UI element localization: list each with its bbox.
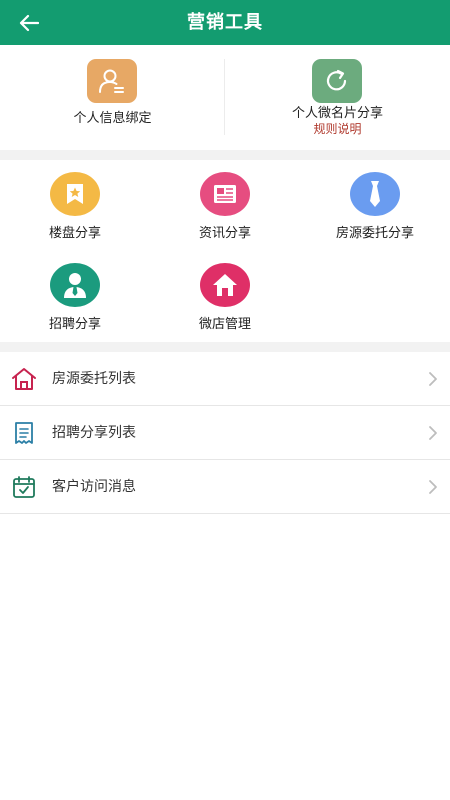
- customer-visit-message-label: 客户访问消息: [52, 479, 136, 495]
- star-bookmark-icon: [50, 172, 100, 216]
- micro-shop-management-label: 微店管理: [198, 317, 251, 332]
- micro-shop-management-item[interactable]: 微店管理: [150, 251, 300, 332]
- property-share-item[interactable]: 楼盘分享: [0, 160, 150, 241]
- recruit-share-list-row[interactable]: 招聘分享列表: [0, 406, 450, 460]
- page-title: 营销工具: [187, 12, 263, 33]
- necktie-icon: [350, 172, 400, 216]
- chevron-right-icon: [429, 480, 437, 494]
- listing-entrust-share-item[interactable]: 房源委托分享: [300, 160, 450, 241]
- listing-entrust-share-label: 房源委托分享: [335, 226, 414, 241]
- micro-card-share-label: 个人微名片分享: [291, 106, 383, 121]
- recruit-share-list-label: 招聘分享列表: [52, 425, 136, 441]
- share-tools-grid: 楼盘分享 资讯分享 房源委托分享 招聘分享 微店管理: [0, 160, 450, 342]
- recruit-share-item[interactable]: 招聘分享: [0, 251, 150, 332]
- micro-card-share-item[interactable]: 个人微名片分享 规则说明: [225, 45, 450, 150]
- profile-tools-section: 个人信息绑定 个人微名片分享 规则说明: [0, 45, 450, 150]
- app-header: 营销工具: [0, 0, 450, 45]
- section-gap: [0, 342, 450, 352]
- rules-link[interactable]: 规则说明: [225, 120, 450, 137]
- newspaper-icon: [200, 172, 250, 216]
- share-refresh-icon: [312, 59, 362, 103]
- chevron-right-icon: [429, 426, 437, 440]
- news-share-label: 资讯分享: [198, 226, 251, 241]
- document-list-icon: [11, 420, 37, 446]
- property-share-label: 楼盘分享: [48, 226, 101, 241]
- house-icon: [200, 263, 250, 307]
- news-share-item[interactable]: 资讯分享: [150, 160, 300, 241]
- person-card-icon: [87, 59, 137, 103]
- listing-entrust-list-label: 房源委托列表: [52, 371, 136, 387]
- house-outline-icon: [11, 366, 37, 392]
- management-list: 房源委托列表 招聘分享列表 客户访问消息: [0, 352, 450, 514]
- personal-info-binding-item[interactable]: 个人信息绑定: [0, 45, 225, 150]
- recruit-share-label: 招聘分享: [48, 317, 101, 332]
- customer-visit-message-row[interactable]: 客户访问消息: [0, 460, 450, 514]
- section-gap: [0, 150, 450, 160]
- personal-info-binding-label: 个人信息绑定: [73, 111, 152, 126]
- person-tie-icon: [50, 263, 100, 307]
- calendar-check-icon: [11, 474, 37, 500]
- chevron-right-icon: [429, 372, 437, 386]
- listing-entrust-list-row[interactable]: 房源委托列表: [0, 352, 450, 406]
